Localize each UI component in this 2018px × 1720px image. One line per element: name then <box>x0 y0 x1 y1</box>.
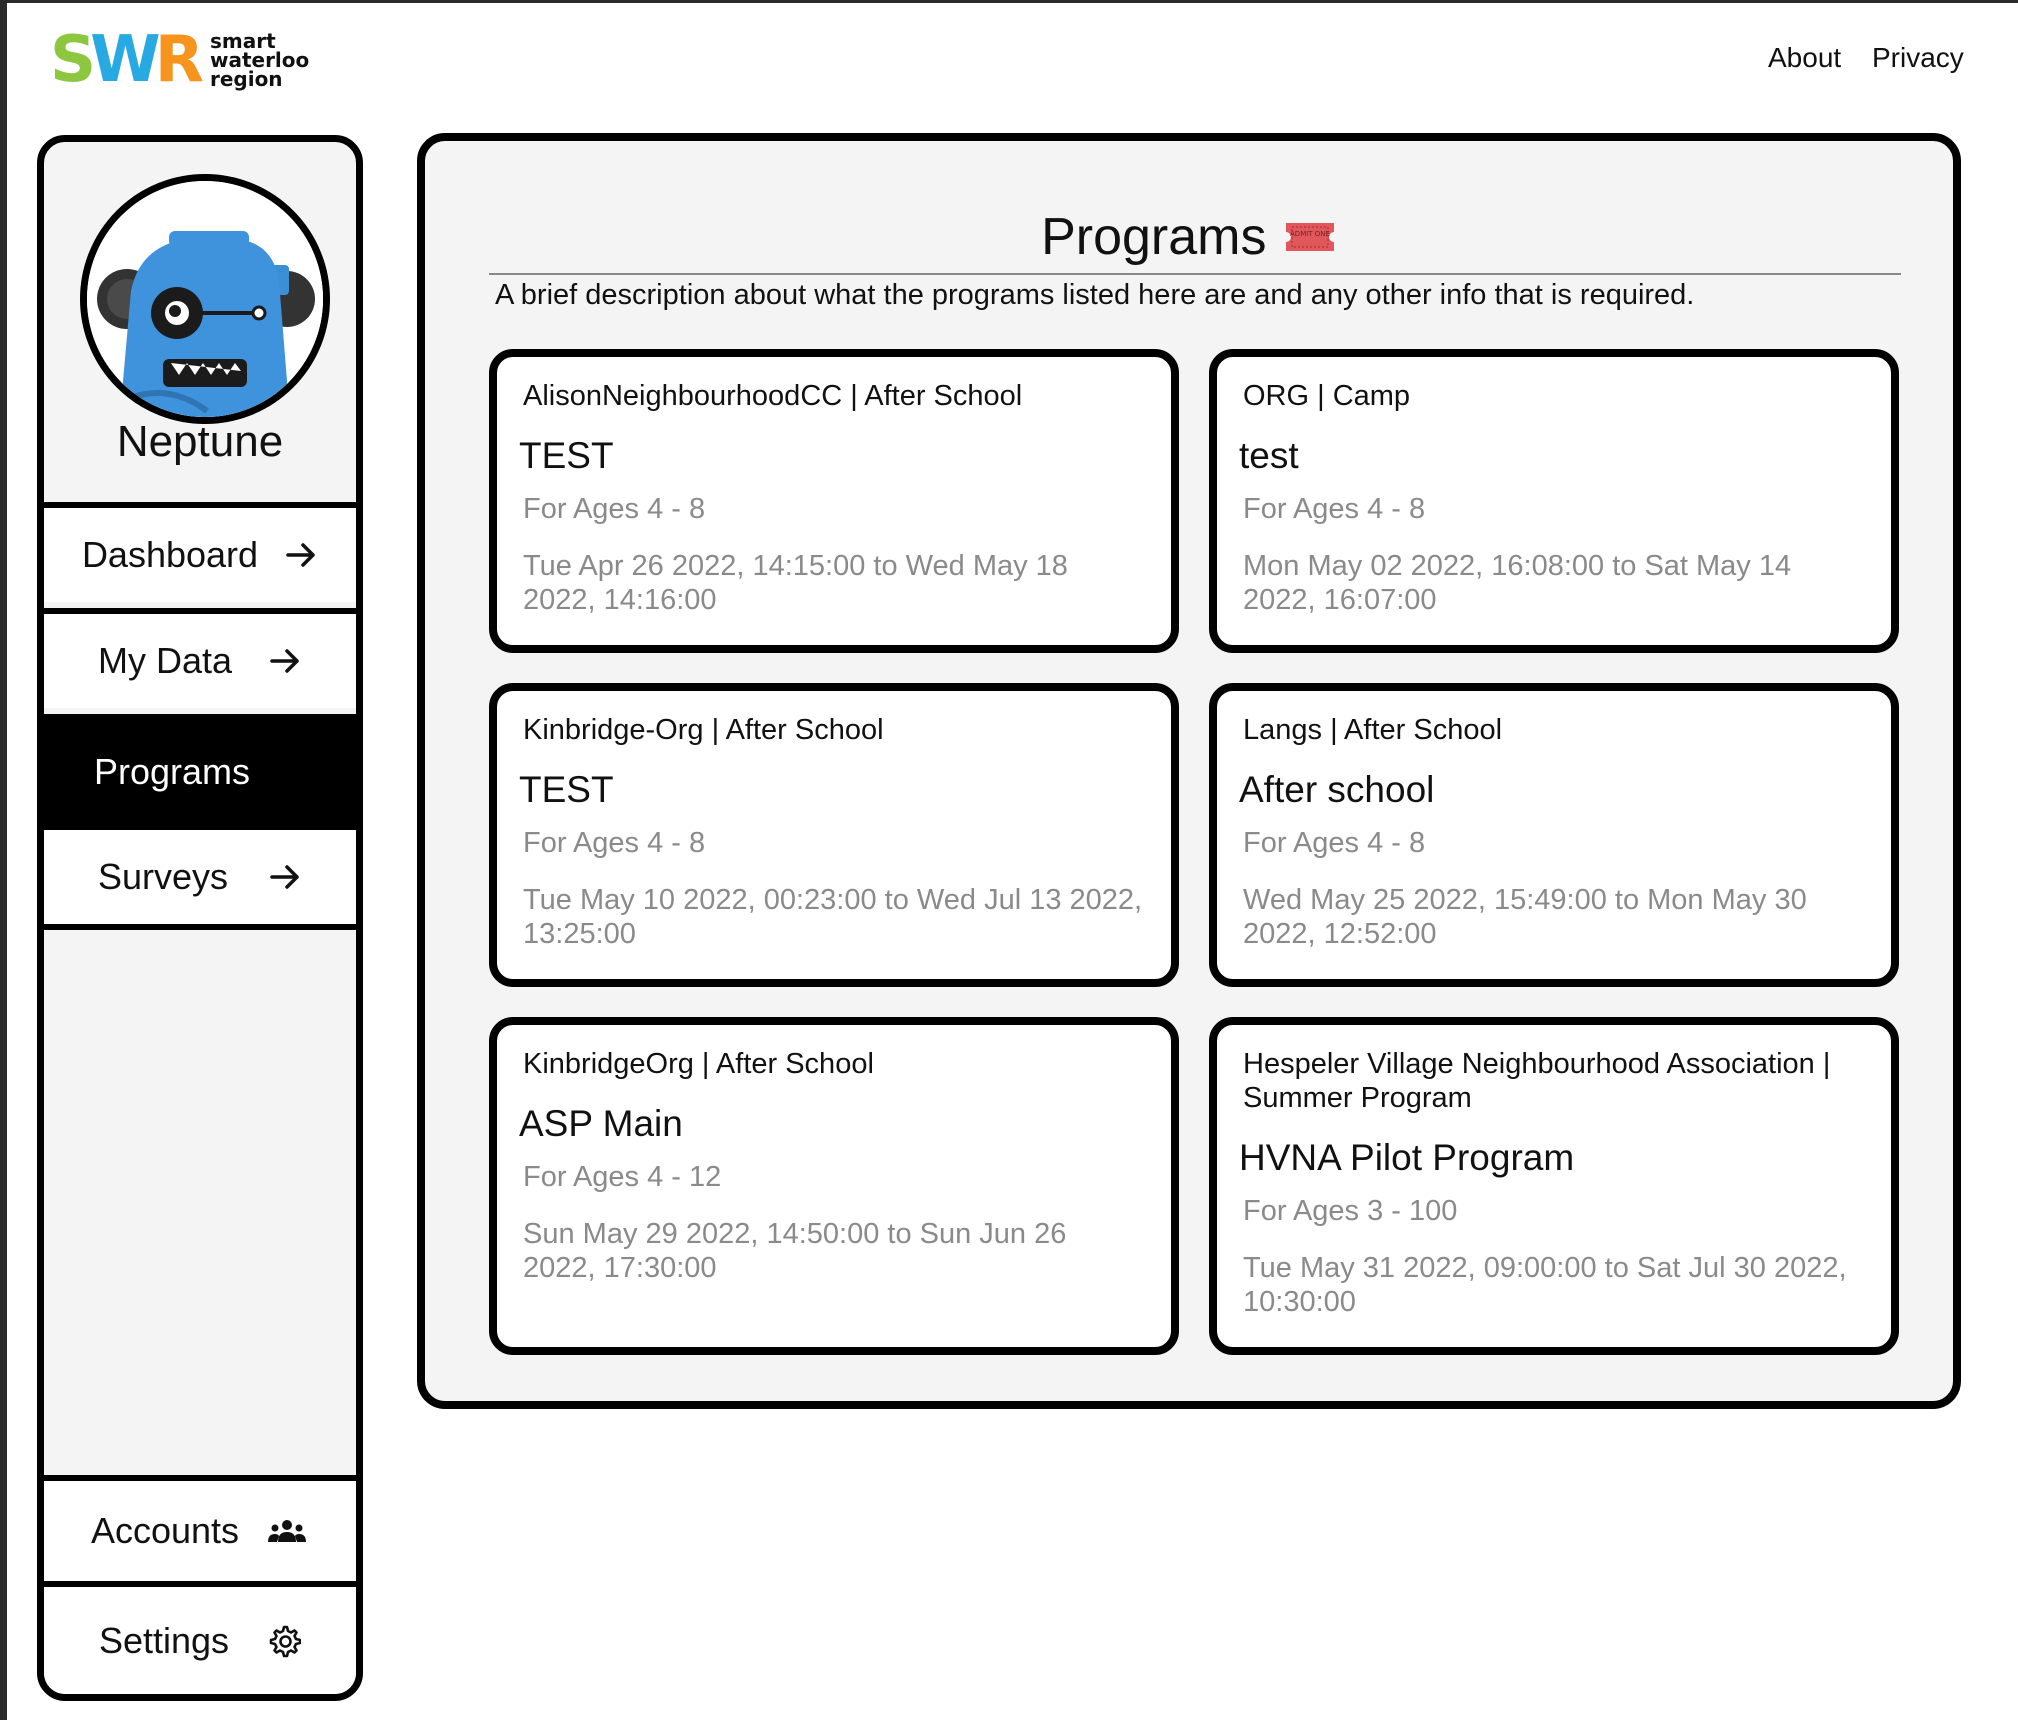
gear-icon <box>269 1625 302 1657</box>
sidebar-item-accounts[interactable]: Accounts <box>44 1475 356 1581</box>
arrow-right-icon <box>270 865 299 889</box>
program-ages: For Ages 4 - 8 <box>1243 827 1426 859</box>
program-name: ASP Main <box>519 1103 683 1144</box>
sidebar-item-my-data[interactable]: My Data <box>44 608 356 708</box>
program-ages: For Ages 4 - 8 <box>523 827 706 859</box>
logo-letter-w: W <box>90 23 161 97</box>
program-dates: Wed May 25 2022, 15:49:00 to Mon May 30 … <box>1243 884 1807 950</box>
program-ages: For Ages 4 - 12 <box>523 1161 722 1193</box>
page-header: Programs ADMIT ONE <box>425 207 1953 267</box>
page-title: Programs <box>1041 208 1267 266</box>
program-org: Langs | After School <box>1243 714 1503 746</box>
program-card[interactable]: Hespeler Village Neighbourhood Associati… <box>1209 1017 1899 1355</box>
program-name: TEST <box>519 769 614 810</box>
program-name: HVNA Pilot Program <box>1239 1137 1575 1178</box>
program-card[interactable]: Kinbridge-Org | After School TEST For Ag… <box>489 683 1179 987</box>
program-dates: Tue May 10 2022, 00:23:00 to Wed Jul 13 … <box>523 884 1143 950</box>
ticket-text: ADMIT ONE <box>1290 230 1330 238</box>
program-org: Kinbridge-Org | After School <box>523 714 884 746</box>
arrow-right-icon <box>270 649 299 673</box>
program-name: test <box>1239 435 1299 476</box>
logo-mark: S W R <box>50 23 204 97</box>
program-dates: Sun May 29 2022, 14:50:00 to Sun Jun 26 … <box>523 1218 1067 1284</box>
sidebar-item-dashboard[interactable]: Dashboard <box>44 502 356 602</box>
sidebar-item-settings[interactable]: Settings <box>44 1581 356 1694</box>
logo-letter-r: R <box>154 23 204 97</box>
swr-logo[interactable]: S W R smart waterloo region <box>50 28 309 92</box>
program-card[interactable]: KinbridgeOrg | After School ASP Main For… <box>489 1017 1179 1355</box>
avatar[interactable] <box>80 174 330 424</box>
sidebar-item-label: Accounts <box>90 1510 240 1551</box>
program-dates: Tue May 31 2022, 09:00:00 to Sat Jul 30 … <box>1243 1252 1847 1318</box>
logo-letter-s: S <box>50 23 96 97</box>
sidebar-item-label: Surveys <box>97 856 229 897</box>
program-org: ORG | Camp <box>1243 380 1411 412</box>
program-org: Hespeler Village Neighbourhood Associati… <box>1243 1048 1831 1114</box>
privacy-link[interactable]: Privacy <box>1872 42 1964 74</box>
program-card[interactable]: AlisonNeighbourhoodCC | After School TES… <box>489 349 1179 653</box>
program-ages: For Ages 3 - 100 <box>1243 1195 1458 1227</box>
sidebar-item-programs[interactable]: Programs <box>44 714 356 824</box>
program-card[interactable]: Langs | After School After school For Ag… <box>1209 683 1899 987</box>
profile-section: Neptune <box>44 142 356 502</box>
window-top-border <box>0 0 2018 3</box>
ticket-icon: ADMIT ONE <box>1285 223 1334 251</box>
program-card[interactable]: ORG | Camp test For Ages 4 - 8 Mon May 0… <box>1209 349 1899 653</box>
sidebar-item-label: Settings <box>98 1619 230 1661</box>
logo-wordmark: smart waterloo region <box>209 31 309 91</box>
users-icon <box>268 1520 307 1542</box>
sidebar-item-label: My Data <box>97 640 233 681</box>
page-description: A brief description about what the progr… <box>495 279 1695 311</box>
program-ages: For Ages 4 - 8 <box>1243 493 1426 525</box>
program-org: AlisonNeighbourhoodCC | After School <box>523 380 1023 412</box>
logo-word-region: region <box>209 66 283 91</box>
program-ages: For Ages 4 - 8 <box>523 493 706 525</box>
program-name: TEST <box>519 435 614 476</box>
robot-avatar-icon <box>87 181 323 417</box>
arrow-right-icon <box>286 543 315 567</box>
sidebar-item-label: Dashboard <box>81 534 259 575</box>
program-name: After school <box>1239 769 1435 810</box>
sidebar: Neptune Dashboard My Data Programs Surve… <box>37 135 363 1701</box>
sidebar-item-surveys[interactable]: Surveys <box>44 824 356 930</box>
program-dates: Mon May 02 2022, 16:08:00 to Sat May 14 … <box>1243 550 1792 616</box>
program-org: KinbridgeOrg | After School <box>523 1048 874 1080</box>
title-divider <box>489 273 1901 275</box>
program-dates: Tue Apr 26 2022, 14:15:00 to Wed May 18 … <box>523 550 1068 616</box>
sidebar-item-label: Programs <box>94 751 251 792</box>
about-link[interactable]: About <box>1768 42 1841 74</box>
programs-panel: Programs ADMIT ONE A brief description a… <box>417 133 1961 1409</box>
window-left-border <box>0 0 7 1720</box>
profile-name: Neptune <box>116 417 284 466</box>
